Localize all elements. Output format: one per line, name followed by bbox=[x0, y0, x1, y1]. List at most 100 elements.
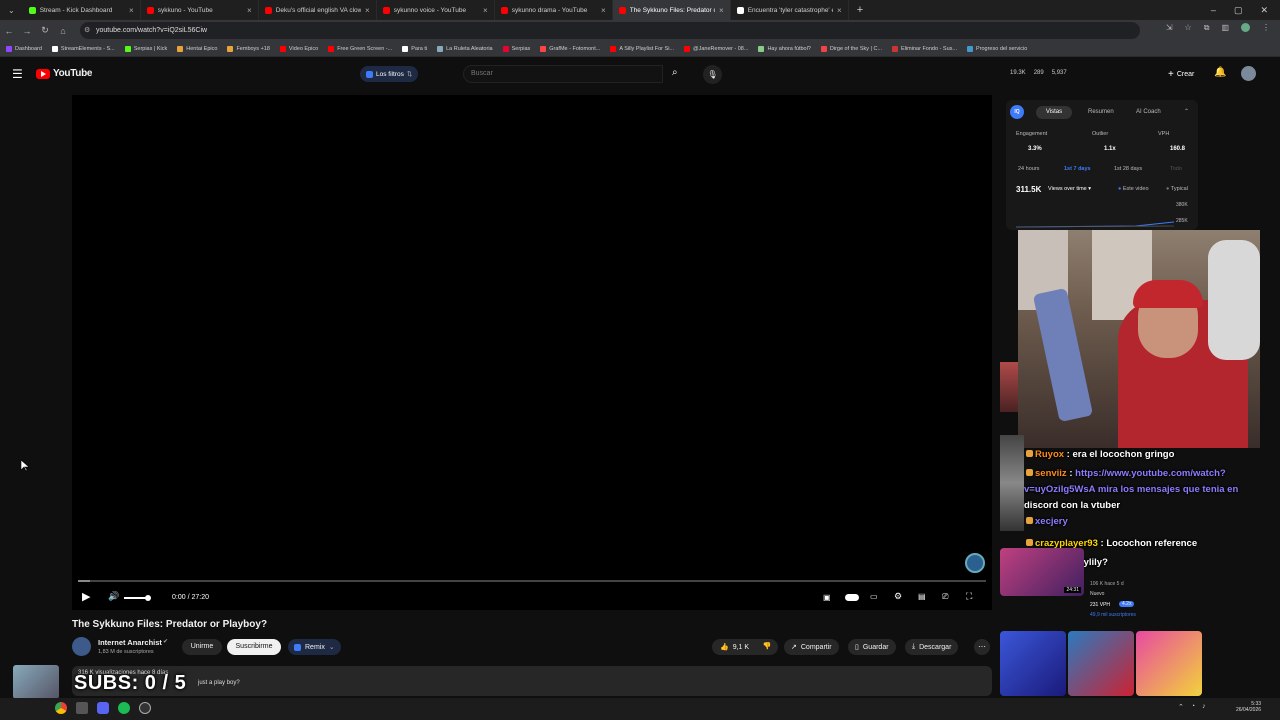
bookmark-item[interactable]: Progreso del servicio bbox=[966, 45, 1027, 52]
settings-gear-icon[interactable]: ⚙ bbox=[894, 591, 902, 602]
close-tab-icon[interactable]: × bbox=[129, 6, 134, 15]
autoplay-toggle[interactable] bbox=[845, 594, 859, 601]
chrome-icon[interactable] bbox=[55, 702, 67, 714]
more-actions-button[interactable]: ⋯ bbox=[974, 639, 990, 655]
microphone-icon[interactable]: 🎙 bbox=[703, 65, 722, 84]
browser-tab[interactable]: sykunno voice - YouTube × bbox=[377, 0, 495, 20]
panel-tab-ai-coach[interactable]: AI Coach bbox=[1136, 109, 1161, 115]
vidiq-logo-icon[interactable]: IQ bbox=[1010, 105, 1024, 119]
bookmark-item[interactable]: Dirge of the Sky | C... bbox=[820, 45, 882, 52]
volume-slider[interactable] bbox=[124, 595, 151, 601]
browser-tab[interactable]: Deku's official english VA clow × bbox=[259, 0, 377, 20]
app-icon-2[interactable] bbox=[76, 702, 88, 714]
discord-icon[interactable] bbox=[97, 702, 109, 714]
back-button[interactable]: ← bbox=[0, 26, 18, 36]
youtube-logo[interactable]: YouTube bbox=[36, 68, 93, 79]
bookmark-item[interactable]: Dashboard bbox=[6, 45, 42, 52]
volume-icon[interactable]: 🔊 bbox=[108, 591, 119, 602]
miniplayer-icon[interactable]: ▤ bbox=[918, 592, 926, 601]
shorts-thumbnail-1[interactable] bbox=[1000, 631, 1066, 696]
join-button[interactable]: Unirme bbox=[182, 639, 222, 655]
maximize-button[interactable]: ▢ bbox=[1234, 5, 1243, 16]
bookmark-item[interactable]: Video Epico bbox=[279, 45, 318, 52]
bookmark-item[interactable]: Femboys +18 bbox=[227, 45, 270, 52]
close-tab-icon[interactable]: × bbox=[365, 6, 370, 15]
fullscreen-icon[interactable]: ⛶ bbox=[966, 591, 972, 602]
install-icon[interactable]: ⇲ bbox=[1166, 23, 1173, 33]
share-button[interactable]: ↗ Compartir bbox=[784, 639, 839, 655]
close-tab-icon[interactable]: × bbox=[837, 6, 842, 15]
views-dropdown[interactable]: Views over time ▾ bbox=[1048, 186, 1091, 192]
bookmark-item[interactable]: La Ruleta Aleatoria bbox=[437, 45, 493, 52]
new-tab-button[interactable]: + bbox=[849, 4, 871, 16]
bookmark-item[interactable]: Eliminar Fondo - Sus... bbox=[892, 45, 957, 52]
play-button[interactable]: ▶ bbox=[82, 590, 90, 603]
minimize-button[interactable]: – bbox=[1211, 5, 1216, 15]
chevron-right-icon[interactable]: › bbox=[1196, 686, 1199, 695]
thumbnail-left-strip-2[interactable] bbox=[1000, 435, 1024, 531]
bookmark-item[interactable]: Para ti bbox=[402, 45, 427, 52]
bookmark-item[interactable]: GrafMe - Fotomont... bbox=[540, 45, 600, 52]
thumbnail-left-strip[interactable] bbox=[1000, 362, 1018, 412]
hamburger-menu-icon[interactable]: ☰ bbox=[12, 67, 23, 81]
close-window-button[interactable]: ✕ bbox=[1260, 5, 1268, 16]
bookmark-item[interactable]: StreamElements - S... bbox=[51, 45, 115, 52]
sidebar-icon[interactable]: ▥ bbox=[1221, 23, 1229, 33]
range-tab[interactable]: Todo bbox=[1170, 166, 1182, 172]
vidiq-player-icon[interactable]: ▣ bbox=[823, 593, 831, 602]
browser-tab[interactable]: Stream - Kick Dashboard × bbox=[23, 0, 141, 20]
subscribe-button[interactable]: Suscribirme bbox=[227, 639, 281, 655]
channel-name[interactable]: Internet Anarchist bbox=[98, 638, 162, 647]
range-tab[interactable]: 1st 28 days bbox=[1114, 166, 1142, 172]
collapse-chevron-icon[interactable]: ⌃ bbox=[1184, 108, 1189, 115]
like-button[interactable]: 👍 9,1 K bbox=[712, 639, 758, 655]
menu-icon[interactable]: ⋮ bbox=[1262, 23, 1270, 33]
bookmark-item[interactable]: @JaneRemover - 08... bbox=[684, 45, 748, 52]
reload-button[interactable]: ↻ bbox=[36, 25, 54, 36]
browser-tab[interactable]: The Sykkuno Files: Predator or × bbox=[612, 0, 731, 20]
close-tab-icon[interactable]: × bbox=[601, 6, 606, 15]
tab-search-icon[interactable]: ⌄ bbox=[0, 6, 23, 15]
extensions-icon[interactable]: ⧉ bbox=[1204, 23, 1210, 33]
bookmark-item[interactable]: Serpias | Kick bbox=[124, 45, 167, 52]
bookmark-star-icon[interactable]: ☆ bbox=[1185, 23, 1192, 33]
bookmark-item[interactable]: Hay ahora fútbol? bbox=[758, 45, 811, 52]
download-button[interactable]: ⤓ Descargar bbox=[905, 639, 959, 655]
suggested-thumbnail[interactable]: 24:31 bbox=[1000, 548, 1084, 596]
search-icon[interactable]: ⌕ bbox=[672, 67, 678, 78]
panel-tab-views[interactable]: Vistas bbox=[1036, 106, 1072, 119]
range-tab[interactable]: 24 hours bbox=[1018, 166, 1039, 172]
bookmark-item[interactable]: Hentai Epico bbox=[177, 45, 217, 52]
forward-button[interactable]: → bbox=[18, 26, 36, 36]
wifi-icon[interactable]: ◔ bbox=[1191, 703, 1195, 711]
shorts-thumbnail-2[interactable] bbox=[1068, 631, 1134, 696]
subtitles-icon[interactable]: ▭ bbox=[870, 592, 878, 601]
browser-tab[interactable]: Encuentra 'tyler catastrophe' en × bbox=[731, 0, 849, 20]
bookmark-item[interactable]: A Silly Playlist For Si... bbox=[610, 45, 674, 52]
bookmark-item[interactable]: Serpias bbox=[502, 45, 530, 52]
search-input[interactable]: Buscar bbox=[463, 65, 663, 83]
home-icon[interactable]: ⌂ bbox=[54, 26, 72, 36]
panel-tab-summary[interactable]: Resumen bbox=[1088, 109, 1114, 115]
url-input[interactable]: ⚙ youtube.com/watch?v=iQ2siL56Ciw bbox=[80, 22, 1140, 39]
obs-icon[interactable] bbox=[139, 702, 151, 714]
notifications-bell-icon[interactable]: 🔔 bbox=[1214, 67, 1226, 78]
description-box[interactable]: 316 K visualizaciones hace 8 días just a… bbox=[72, 666, 992, 696]
browser-tab[interactable]: sykkuno - YouTube × bbox=[141, 0, 259, 20]
cast-icon[interactable]: ⎚ bbox=[942, 592, 948, 602]
shorts-thumbnail-3[interactable] bbox=[1136, 631, 1202, 696]
profile-avatar[interactable] bbox=[1241, 23, 1250, 32]
bookmark-item[interactable]: Free Green Screen -... bbox=[328, 45, 392, 52]
account-avatar[interactable] bbox=[1241, 66, 1256, 81]
clock[interactable]: 5:33 26/04/2026 bbox=[1236, 701, 1261, 713]
filters-button[interactable]: Los filtros ⇅ bbox=[360, 66, 419, 82]
site-info-icon[interactable]: ⚙ bbox=[84, 22, 90, 39]
close-tab-icon[interactable]: × bbox=[719, 6, 724, 15]
range-tab[interactable]: 1st 7 days bbox=[1064, 166, 1091, 172]
channel-avatar[interactable] bbox=[72, 637, 91, 656]
remix-button[interactable]: Remix ⌄ bbox=[288, 639, 341, 655]
progress-bar[interactable] bbox=[78, 580, 986, 582]
tray-chevron-icon[interactable]: ⌃ bbox=[1178, 703, 1184, 711]
close-tab-icon[interactable]: × bbox=[247, 6, 252, 15]
channel-watermark-icon[interactable] bbox=[965, 553, 985, 573]
